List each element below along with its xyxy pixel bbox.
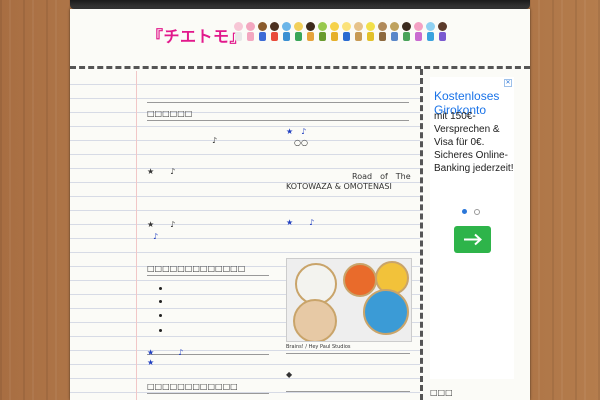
sidebar-heading: □□□: [430, 388, 453, 397]
note-text: ★ ♪: [286, 218, 315, 227]
diamond-marker: ◆: [286, 370, 293, 379]
character-icon: [413, 21, 424, 43]
character-icon: [365, 21, 376, 43]
note-text: ★ ♪: [147, 220, 176, 229]
main-content: □□□□□□ ♪ ★ ♪ ★ ♪ ♪ ★ ♪ ○○ Road of The KO…: [70, 71, 420, 400]
character-icon: [425, 21, 436, 43]
note-text: ♪: [153, 232, 159, 241]
column-divider: [420, 69, 423, 400]
character-icon: [257, 21, 268, 43]
character-icon: [377, 21, 388, 43]
top-bar: [70, 0, 530, 9]
heading-rule: [286, 391, 410, 392]
ad-cta-button[interactable]: [454, 226, 491, 253]
list-bullet: [159, 287, 162, 290]
character-icon: [305, 21, 316, 43]
ad-body: mit 150€-Versprechen & Visa für 0€. Sich…: [434, 111, 514, 174]
character-icon: [245, 21, 256, 43]
heading-rule: [147, 120, 409, 121]
ad-banner[interactable]: ✕ Kostenloses Girokonto mit 150€-Verspre…: [430, 77, 514, 379]
page-paper: 『チエトモ』 □□□□□□ ♪ ★ ♪ ★ ♪ ♪ ★ ♪ ○○ Road of…: [70, 9, 530, 400]
list-bullet: [159, 300, 162, 303]
list-bullet: [159, 314, 162, 317]
character-icon: [341, 21, 352, 43]
character-icon: [233, 21, 244, 43]
note-text: ★ ♪: [286, 127, 307, 136]
photo-caption: Brains! / Hey Paul Studios: [286, 344, 351, 350]
character-icon: [389, 21, 400, 43]
note-text: ★ ♪: [147, 167, 176, 176]
embroidery-hoop: [363, 289, 409, 335]
section-heading: □□□□□□□□□□□□□: [147, 264, 246, 273]
list-bullet: [159, 329, 162, 332]
margin-line: [136, 71, 137, 400]
heading-rule: [147, 102, 409, 103]
character-icon: [401, 21, 412, 43]
ad-close-icon[interactable]: ✕: [504, 79, 512, 87]
character-icon: [269, 21, 280, 43]
embroidery-photo[interactable]: [286, 258, 412, 342]
character-icon: [437, 21, 448, 43]
embroidery-hoop: [293, 299, 337, 341]
header-divider: [70, 66, 530, 69]
character-strip: [233, 21, 448, 45]
ad-dot-active[interactable]: [462, 209, 467, 214]
character-icon: [281, 21, 292, 43]
heading-rule: [147, 275, 269, 276]
site-logo[interactable]: 『チエトモ』: [147, 23, 246, 47]
character-icon: [353, 21, 364, 43]
section-heading: □□□□□□: [147, 109, 193, 118]
site-header: 『チエトモ』: [70, 9, 530, 69]
note-text: ♪: [212, 136, 218, 145]
heading-rule: [147, 393, 269, 394]
character-icon: [317, 21, 328, 43]
ad-dot[interactable]: [474, 209, 480, 215]
heading-rule: [286, 353, 410, 354]
ad-pagination: [462, 209, 482, 215]
character-icon: [329, 21, 340, 43]
section-heading: □□□□□□□□□□□□: [147, 382, 238, 391]
arrow-right-icon: [464, 233, 482, 246]
note-text: ★: [147, 358, 155, 367]
character-icon: [293, 21, 304, 43]
sidebar-widget: □□□: [427, 384, 520, 400]
embroidery-hoop: [343, 263, 377, 297]
note-text: ○○: [294, 138, 308, 147]
note-text: KOTOWAZA & OMOTENASI: [286, 182, 392, 191]
